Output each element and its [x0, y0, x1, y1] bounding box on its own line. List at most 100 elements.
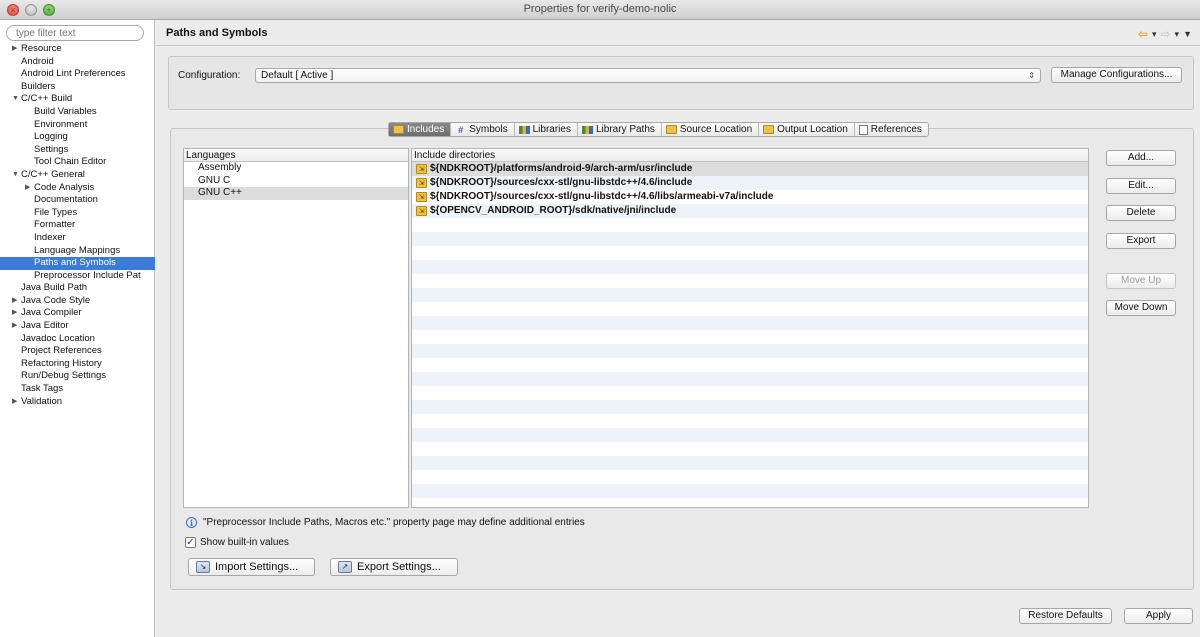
tree-item-java-code-style[interactable]: ▶ Java Code Style [0, 295, 155, 308]
tree-item-environment[interactable]: Environment [0, 119, 155, 132]
tree-item-file-types[interactable]: File Types [0, 207, 155, 220]
tab-library-paths[interactable]: Library Paths [578, 123, 662, 136]
language-item-gnu-c[interactable]: GNU C [184, 175, 408, 188]
tree-item-label: Javadoc Location [21, 332, 95, 344]
move-up-button[interactable]: Move Up [1106, 273, 1176, 289]
tab-includes[interactable]: Includes [389, 123, 452, 136]
source-location-icon [665, 125, 677, 134]
export-settings-button[interactable]: ↗ Export Settings... [330, 558, 458, 576]
tree-item-javadoc-location[interactable]: Javadoc Location [0, 333, 155, 346]
language-item-gnu-cpp[interactable]: GNU C++ [184, 187, 408, 200]
languages-column-header[interactable]: Languages [184, 149, 408, 162]
tree-item-label: C/C++ Build [21, 93, 73, 105]
tree-item-formatter[interactable]: Formatter [0, 219, 155, 232]
view-menu-icon[interactable]: ▼ [1183, 29, 1192, 39]
list-stripe [412, 456, 1088, 470]
tree-item-label: Android [21, 55, 54, 67]
apply-button[interactable]: Apply [1124, 608, 1193, 624]
tree-item-java-compiler[interactable]: ▶ Java Compiler [0, 307, 155, 320]
forward-arrow-icon[interactable]: ⇨ [1160, 27, 1170, 41]
manage-configurations-button[interactable]: Manage Configurations... [1051, 67, 1182, 83]
tree-item-label: Environment [34, 118, 88, 130]
filter-input[interactable] [6, 25, 144, 41]
tab-libraries[interactable]: Libraries [515, 123, 578, 136]
tree-item-validation[interactable]: ▶ Validation [0, 396, 155, 409]
include-directory-row[interactable]: ⇲ ${NDKROOT}/platforms/android-9/arch-arm… [412, 162, 1088, 176]
list-stripe [412, 316, 1088, 330]
tree-item-task-tags[interactable]: Task Tags [0, 383, 155, 396]
tree-item-settings[interactable]: Settings [0, 144, 155, 157]
list-stripe [412, 442, 1088, 456]
info-message: i "Preprocessor Include Paths, Macros et… [186, 517, 585, 528]
expanded-arrow-icon[interactable]: ▼ [12, 93, 19, 106]
configuration-label: Configuration: [178, 70, 241, 81]
list-stripe [412, 218, 1088, 232]
select-arrows-icon: ⇕ [1028, 71, 1035, 80]
tab-references[interactable]: References [855, 123, 928, 136]
tree-item-tool-chain-editor[interactable]: Tool Chain Editor [0, 156, 155, 169]
expanded-arrow-icon[interactable]: ▼ [12, 169, 19, 182]
configuration-select[interactable]: Default [ Active ] ⇕ [255, 68, 1041, 83]
tree-item-documentation[interactable]: Documentation [0, 194, 155, 207]
tree-item-java-build-path[interactable]: Java Build Path [0, 282, 155, 295]
tree-item-logging[interactable]: Logging [0, 131, 155, 144]
export-button[interactable]: Export [1106, 233, 1176, 249]
include-directory-row[interactable]: ⇲ ${NDKROOT}/sources/cxx-stl/gnu-libstdc+… [412, 176, 1088, 190]
edit-button[interactable]: Edit... [1106, 178, 1176, 194]
tab-source-location[interactable]: Source Location [662, 123, 760, 136]
tree-item-builders[interactable]: Builders [0, 81, 155, 94]
checkmark-icon[interactable]: ✓ [185, 537, 196, 548]
include-directory-row[interactable]: ⇲ ${NDKROOT}/sources/cxx-stl/gnu-libstdc+… [412, 190, 1088, 204]
tree-item-label: Resource [21, 43, 62, 54]
tree-item-android-lint-preferences[interactable]: Android Lint Preferences [0, 68, 155, 81]
restore-defaults-button[interactable]: Restore Defaults [1019, 608, 1112, 624]
list-stripe [412, 400, 1088, 414]
collapsed-arrow-icon[interactable]: ▶ [12, 295, 17, 308]
back-history-dropdown-icon[interactable]: ▾ [1152, 29, 1157, 40]
list-stripe [412, 274, 1088, 288]
back-arrow-icon[interactable]: ⇦ [1138, 27, 1148, 41]
include-directory-row[interactable]: ⇲ ${OPENCV_ANDROID_ROOT}/sdk/native/jni/i… [412, 204, 1088, 218]
tree-item-resource[interactable]: ▶ Resource [0, 43, 155, 56]
tree-item-label: C/C++ General [21, 168, 85, 180]
tab-label: Includes [407, 124, 445, 135]
list-stripe [412, 498, 1088, 507]
tree-item-run-debug-settings[interactable]: Run/Debug Settings [0, 370, 155, 383]
tree-item-java-editor[interactable]: ▶ Java Editor [0, 320, 155, 333]
tree-item-language-mappings[interactable]: Language Mappings [0, 245, 155, 258]
language-item-assembly[interactable]: Assembly [184, 162, 408, 175]
include-directories-column-header[interactable]: Include directories [412, 149, 1088, 162]
include-folder-icon: ⇲ [416, 206, 427, 216]
tree-item-c-c-build[interactable]: ▼ C/C++ Build [0, 93, 155, 106]
tree-item-refactoring-history[interactable]: Refactoring History [0, 358, 155, 371]
include-path: ${NDKROOT}/platforms/android-9/arch-arm/… [430, 163, 693, 174]
tab-output-location[interactable]: Output Location [759, 123, 855, 136]
import-settings-button[interactable]: ↘ Import Settings... [188, 558, 315, 576]
include-folder-icon: ⇲ [416, 164, 427, 174]
tree-item-c-c-general[interactable]: ▼ C/C++ General [0, 169, 155, 182]
collapsed-arrow-icon[interactable]: ▶ [25, 182, 30, 195]
collapsed-arrow-icon[interactable]: ▶ [12, 396, 17, 409]
tree-item-build-variables[interactable]: Build Variables [0, 106, 155, 119]
tree-item-android[interactable]: Android [0, 56, 155, 69]
collapsed-arrow-icon[interactable]: ▶ [12, 320, 17, 333]
show-builtin-checkbox[interactable]: ✓ Show built-in values [185, 537, 289, 548]
move-down-button[interactable]: Move Down [1106, 300, 1176, 316]
tree-item-code-analysis[interactable]: ▶ Code Analysis [0, 182, 155, 195]
tree-item-preprocessor-include-pat[interactable]: Preprocessor Include Pat [0, 270, 155, 283]
tree-item-indexer[interactable]: Indexer [0, 232, 155, 245]
tree-item-label: Build Variables [34, 105, 97, 117]
delete-button[interactable]: Delete [1106, 205, 1176, 221]
list-stripe [412, 232, 1088, 246]
include-folder-icon: ⇲ [416, 192, 427, 202]
tab-symbols[interactable]: # Symbols [451, 123, 515, 136]
tab-label: Library Paths [595, 124, 655, 135]
tree-item-paths-and-symbols[interactable]: Paths and Symbols [0, 257, 155, 270]
collapsed-arrow-icon[interactable]: ▶ [12, 307, 17, 320]
add-button[interactable]: Add... [1106, 150, 1176, 166]
export-icon: ↗ [338, 561, 352, 573]
tree-item-project-references[interactable]: Project References [0, 345, 155, 358]
tree-item-label: Code Analysis [34, 181, 95, 193]
forward-history-dropdown-icon[interactable]: ▾ [1175, 29, 1180, 40]
collapsed-arrow-icon[interactable]: ▶ [12, 43, 17, 56]
